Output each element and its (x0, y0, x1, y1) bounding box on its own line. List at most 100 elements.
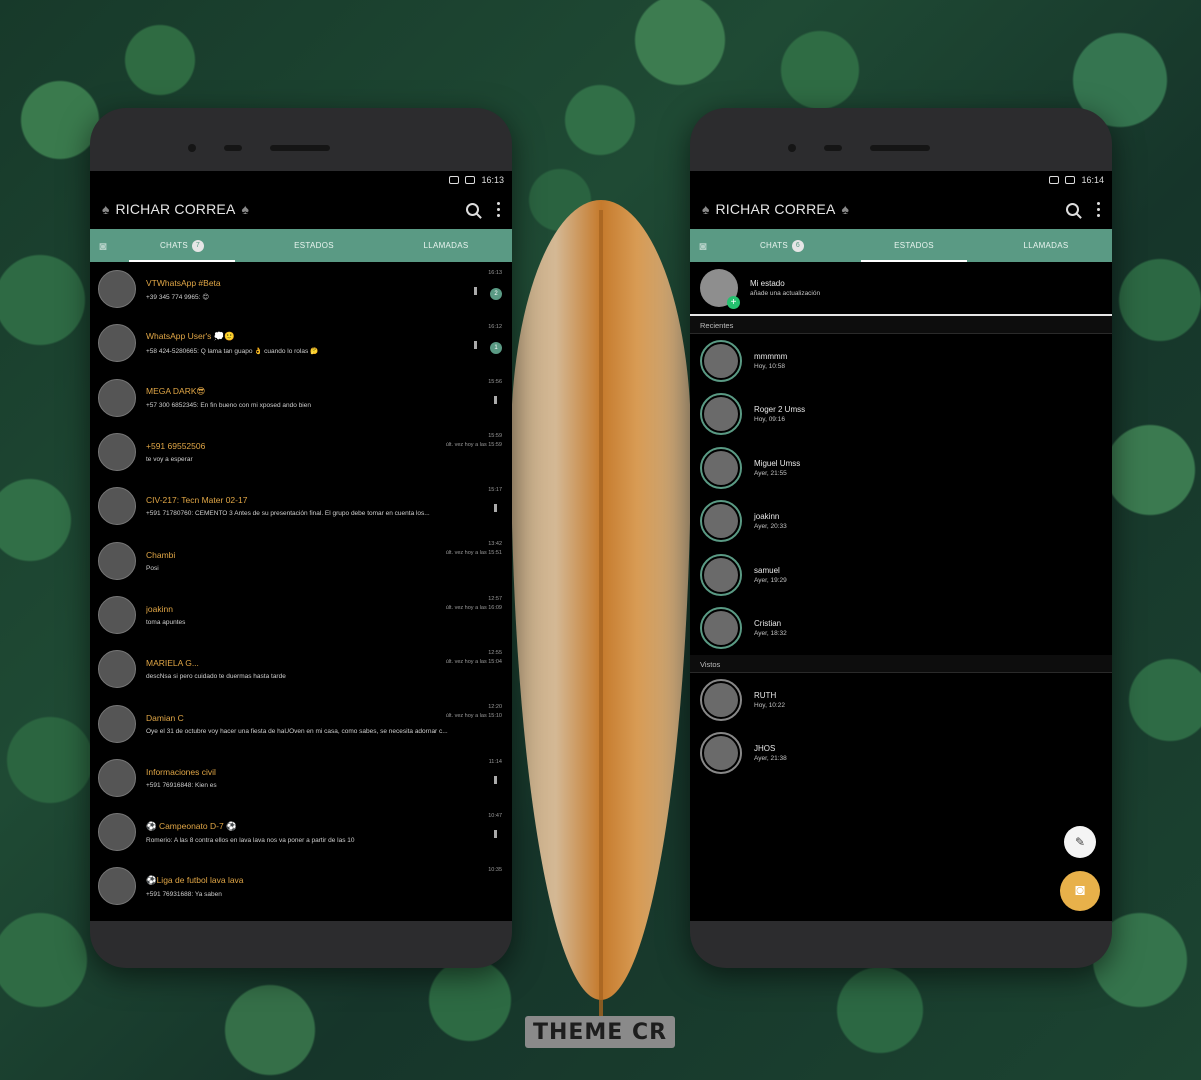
chat-last-message: Romerio: A las 8 contra ellos en lava la… (146, 836, 355, 844)
avatar (704, 450, 738, 485)
avatar[interactable] (98, 813, 136, 852)
status-ring (700, 732, 742, 775)
tab-estados[interactable]: ESTADOS (248, 229, 380, 262)
chat-list-item[interactable]: CIV-217: Tecn Mater 02-17 +591 71780760:… (90, 479, 512, 533)
status-contact-name: samuel (754, 565, 780, 575)
chat-list-item[interactable]: ⚽ Campeonato D-7 ⚽ Romerio: A las 8 cont… (90, 805, 512, 859)
status-contact-name: Miguel Umss (754, 458, 801, 468)
status-time: Ayer, 19:29 (754, 576, 787, 584)
app-bar: ♠ RICHAR CORREA ♠ (90, 189, 512, 229)
tab-chats[interactable]: CHATS 6 (716, 229, 848, 262)
earpiece (870, 145, 930, 151)
status-ring (700, 678, 742, 721)
status-item[interactable]: Miguel Umss Ayer, 21:55 (690, 441, 1112, 495)
avatar (704, 557, 738, 592)
avatar[interactable] (98, 704, 136, 743)
avatar[interactable] (98, 270, 136, 309)
watermark: THEME CR (525, 1016, 675, 1048)
chat-list: VTWhatsApp #Beta +39 345 774 9965: 😊 16:… (90, 262, 512, 914)
chat-list-item[interactable]: MARIELA G... descNsa si pero cuidado te … (90, 642, 512, 696)
tab-llamadas-label: LLAMADAS (1023, 241, 1069, 250)
avatar (704, 397, 738, 432)
tab-chats[interactable]: CHATS 7 (116, 229, 248, 262)
chat-last-message: te voy a esperar (146, 456, 193, 464)
status-item[interactable]: RUTH Hoy, 10:22 (690, 673, 1112, 727)
avatar[interactable] (98, 595, 136, 634)
chat-last-message: toma apuntes (146, 618, 186, 626)
tab-estados[interactable]: ESTADOS (848, 229, 980, 262)
avatar[interactable] (98, 324, 136, 363)
chat-list-item[interactable]: +591 69552506 te voy a esperar 15:59 últ… (90, 425, 512, 479)
avatar[interactable] (98, 378, 136, 417)
status-time: Hoy, 10:58 (754, 362, 785, 370)
status-contact-name: mmmmm (754, 351, 788, 361)
my-status-row[interactable]: + Mi estado añade una actualización (690, 262, 1112, 316)
camera-tab-icon[interactable]: ◙ (690, 229, 716, 262)
text-status-button[interactable]: ✎ (1064, 826, 1096, 858)
more-options-icon[interactable] (1097, 201, 1100, 217)
status-time: Ayer, 21:38 (754, 755, 787, 763)
camera-tab-icon[interactable]: ◙ (90, 229, 116, 262)
navigation-bar (690, 921, 1112, 968)
more-options-icon[interactable] (497, 201, 500, 217)
tab-llamadas[interactable]: LLAMADAS (380, 229, 512, 262)
chat-name: ⚽ Campeonato D-7 ⚽ (146, 820, 237, 831)
screen-status: 16:14 ♠ RICHAR CORREA ♠ ◙ CHATS 6 ESTADO… (690, 171, 1112, 921)
muted-icon (494, 775, 502, 784)
camera-status-button[interactable]: ◙ (1060, 871, 1100, 911)
chat-list-item[interactable]: ⚽Liga de futbol lava lava +591 76931688:… (90, 859, 512, 913)
chat-time: 16:12 (488, 324, 502, 331)
status-item[interactable]: JHOS Ayer, 21:38 (690, 727, 1112, 781)
status-time: Hoy, 09:16 (754, 416, 785, 424)
chat-name: CIV-217: Tecn Mater 02-17 (146, 495, 248, 506)
avatar[interactable] (98, 433, 136, 472)
chat-last-message: descNsa si pero cuidado te duermas hasta… (146, 673, 286, 681)
chat-last-message: Posi (146, 564, 159, 572)
avatar[interactable] (98, 487, 136, 526)
status-item[interactable]: joakinn Ayer, 20:33 (690, 495, 1112, 549)
status-item[interactable]: Cristian Ayer, 18:32 (690, 602, 1112, 656)
chat-last-message: +57 300 6852345: En fin bueno con mi xpo… (146, 402, 311, 410)
app-bar: ♠ RICHAR CORREA ♠ (690, 189, 1112, 229)
avatar[interactable] (98, 650, 136, 689)
chat-list-item[interactable]: WhatsApp User's 💭🙂 +58 424-5280665: Q la… (90, 316, 512, 370)
status-item[interactable]: Roger 2 Umss Hoy, 09:16 (690, 388, 1112, 442)
avatar (704, 343, 738, 378)
muted-icon (474, 341, 482, 350)
signal-icon (465, 176, 476, 184)
spade-icon: ♠ (241, 201, 249, 217)
chat-list-item[interactable]: joakinn toma apuntes 12:57 últ. vez hoy … (90, 588, 512, 642)
status-time: 16:14 (1081, 175, 1104, 185)
chat-last-message: +591 76916848: Kien es (146, 781, 217, 789)
chat-list-item[interactable]: Chambi Posi 13:42 últ. vez hoy a las 15:… (90, 533, 512, 587)
tab-llamadas[interactable]: LLAMADAS (980, 229, 1112, 262)
sensor (224, 145, 242, 151)
avatar: + (700, 269, 740, 309)
tab-estados-label: ESTADOS (294, 241, 334, 250)
muted-icon (494, 395, 502, 404)
chat-list-item[interactable]: Damian C Oye el 31 de octubre voy hacer … (90, 696, 512, 750)
unread-count-badge: 7 (192, 239, 205, 252)
tab-chats-label: CHATS (759, 241, 789, 250)
status-item[interactable]: mmmmm Hoy, 10:58 (690, 334, 1112, 388)
status-item[interactable]: samuel Ayer, 19:29 (690, 548, 1112, 602)
status-contact-name: Cristian (754, 619, 782, 629)
chat-list-item[interactable]: VTWhatsApp #Beta +39 345 774 9965: 😊 16:… (90, 262, 512, 316)
chat-name: ⚽Liga de futbol lava lava (146, 874, 244, 885)
chat-list-item[interactable]: Informaciones civil +591 76916848: Kien … (90, 751, 512, 805)
search-icon[interactable] (466, 202, 479, 216)
avatar[interactable] (98, 541, 136, 580)
avatar[interactable] (98, 758, 136, 797)
chat-list-item[interactable]: MEGA DARK😎 +57 300 6852345: En fin bueno… (90, 371, 512, 425)
tab-llamadas-label: LLAMADAS (423, 241, 469, 250)
chat-time: 10:35 (488, 867, 502, 874)
avatar (704, 682, 738, 717)
navigation-bar (90, 921, 512, 968)
chat-time: 15:56 (488, 378, 502, 385)
status-time: Ayer, 18:32 (754, 630, 787, 638)
last-seen: últ. vez hoy a las 15:59 (445, 441, 502, 448)
avatar[interactable] (98, 867, 136, 906)
search-icon[interactable] (1066, 202, 1079, 216)
camera-dot (788, 144, 796, 152)
earpiece (270, 145, 330, 151)
